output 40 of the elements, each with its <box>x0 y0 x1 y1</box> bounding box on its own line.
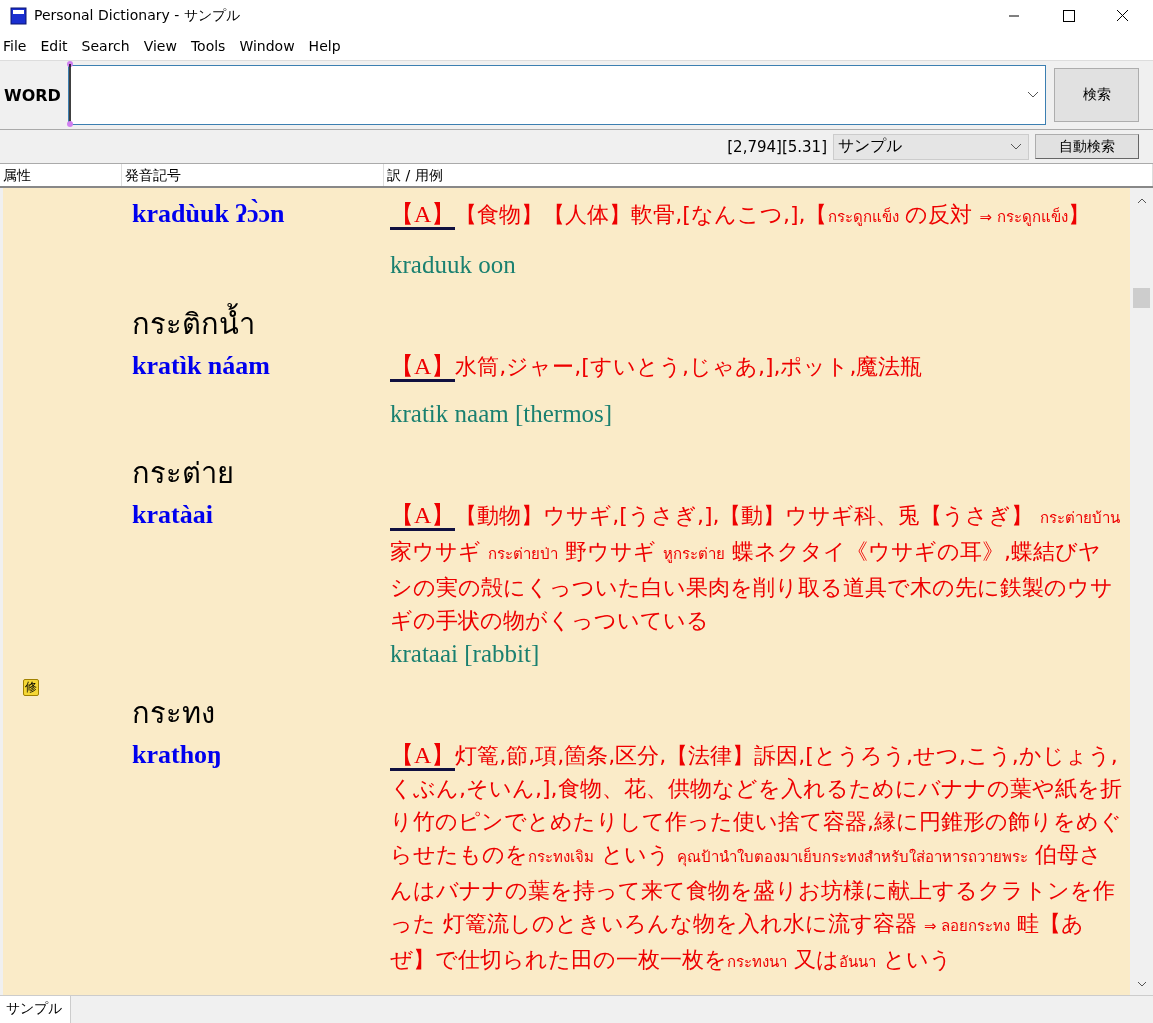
chevron-down-icon <box>1010 142 1022 151</box>
field-label: WORD <box>3 85 62 105</box>
scrollbar-thumb[interactable] <box>1133 288 1150 308</box>
pronunciation: kratàai <box>131 499 214 531</box>
menu-item[interactable]: Search <box>81 38 138 54</box>
column-header[interactable]: 訳 / 用例 <box>384 164 1153 186</box>
scrollbar[interactable] <box>1130 188 1153 995</box>
headword: กระติกน้ำ <box>132 302 387 346</box>
example-text: krataai [rabbit] <box>390 639 541 669</box>
translation-text: 【A】【動物】ウサギ,[うさぎ,],【動】ウサギ科、兎【うさぎ】 กระต่ายบ้าน 家ウサギ กระต่ายป่า 野ウサギ หูกระต่าย 蝶ネクタイ《ウサギの耳》,蝶結びヤシの実の殻にくっついた白い果肉を削り取る道具で木の先に鉄製のウサギの手状の物がくっついている <box>390 501 1122 635</box>
dictionary-tab[interactable]: サンプル <box>0 996 71 1023</box>
search-button[interactable]: 検索 <box>1054 68 1139 122</box>
edit-badge: 修 <box>23 679 39 696</box>
headword: กระต่าย <box>132 455 235 492</box>
chevron-up-icon <box>1136 198 1147 204</box>
menu-item[interactable]: Edit <box>40 38 76 54</box>
dictionary-dropdown[interactable]: サンプル <box>833 133 1029 160</box>
text-cursor-icon <box>66 61 74 127</box>
menu-item[interactable]: View <box>143 38 185 54</box>
translation-text: 【A】水筒,ジャー,[すいとう,じゃあ,],ポット,魔法瓶 <box>390 346 1122 383</box>
example-text: kratik naam [thermos] <box>390 399 614 429</box>
pronunciation: kratìk náam <box>131 350 271 382</box>
chevron-down-icon <box>1136 981 1147 987</box>
column-header[interactable]: 属性 <box>0 164 122 186</box>
book-icon <box>10 7 28 25</box>
auto-search-button[interactable]: 自動検索 <box>1035 134 1139 159</box>
menu-item[interactable]: Window <box>239 38 303 54</box>
column-header[interactable]: 発音記号 <box>122 164 384 186</box>
translation-text: 【A】【食物】【人体】軟骨,[なんこつ,],【กระดูกแข็ง の反対 ⇒ กระดูกแข็ง】 <box>390 194 1122 234</box>
example-text: kraduuk oon <box>390 250 517 280</box>
menu-item[interactable]: Tools <box>190 38 234 54</box>
pronunciation: kradùuk ʔɔ̀ɔn <box>131 198 286 230</box>
headword: กระทง <box>132 695 216 732</box>
menu-item[interactable]: Help <box>308 38 349 54</box>
count-label: [2,794][5.31] <box>727 137 827 156</box>
window-title: Personal Dictionary - サンプル <box>34 7 241 25</box>
chevron-down-icon <box>1027 91 1039 99</box>
pronunciation: krathoŋ <box>131 739 223 771</box>
menu-item[interactable]: File <box>3 38 35 54</box>
translation-text: 【A】灯篭,節,項,箇条,区分,【法律】訴因,[とうろう,せつ,こう,かじょう,くぶん,そいん,],食物、花、供物などを入れるためにバナナの葉や紙を折り竹のピンでとめたりして作った使い捨て容器,縁に円錐形の飾りをめぐらせたものを กระทงเจิม という คุณป้านำใบตองมาเย็บกระทงสำหรับใส่อาหารถวายพระ 伯母さんはバナナの葉を持って来て食物を盛りお坊様に献上するクラトンを作った 灯篭流しのときいろんな物を入れ水に流す容器 ⇒ ลอยกระทง 畦【あぜ】で仕切られた田の一枚一枚を กระทงนา 又は อันนา という <box>390 741 1122 974</box>
